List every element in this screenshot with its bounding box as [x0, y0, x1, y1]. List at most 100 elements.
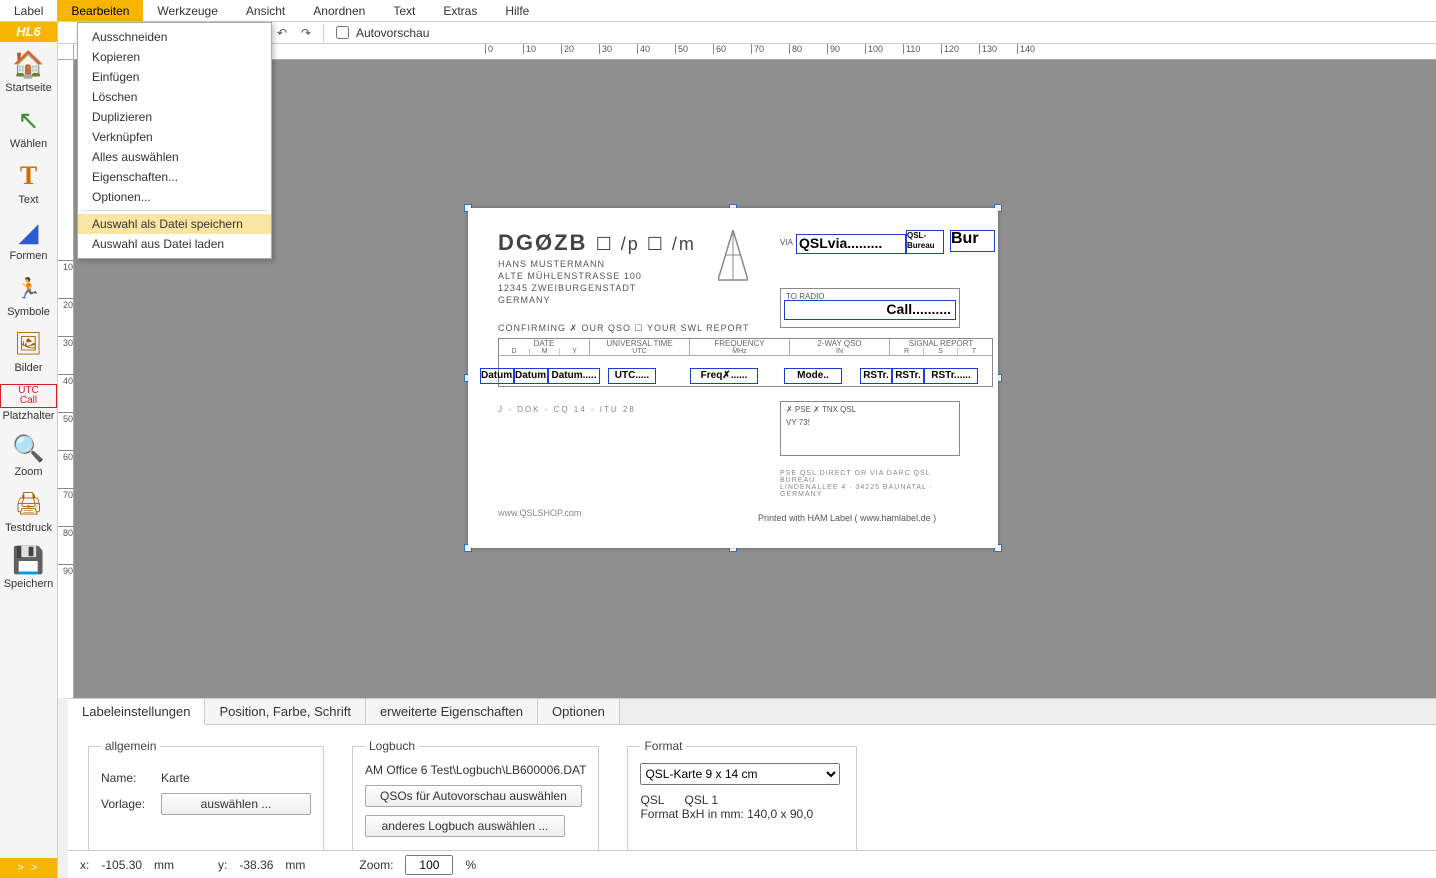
sidebar-expander[interactable]: > > — [0, 858, 57, 878]
menu-bar: Label Bearbeiten Werkzeuge Ansicht Anord… — [0, 0, 1436, 22]
menu-anordnen[interactable]: Anordnen — [299, 0, 379, 21]
ph-datum3[interactable]: Datum..... — [548, 368, 600, 384]
tool-waehlen[interactable]: ↖Wählen — [0, 98, 57, 154]
shapes-icon: ◢ — [13, 216, 45, 248]
status-bar: x: -105.30 mm y: -38.36 mm Zoom: % — [68, 850, 1436, 878]
value-name: Karte — [161, 771, 190, 785]
props-tabs: Labeleinstellungen Position, Farbe, Schr… — [68, 699, 1436, 725]
label-name: Name: — [101, 771, 151, 785]
status-mm2: mm — [285, 858, 305, 872]
menu-optionen[interactable]: Optionen... — [78, 187, 271, 207]
properties-panel: Labeleinstellungen Position, Farbe, Schr… — [68, 698, 1436, 850]
tool-formen[interactable]: ◢Formen — [0, 210, 57, 266]
ph-datum1[interactable]: Datum. — [480, 368, 514, 384]
ph-qslbureau[interactable]: QSL-Bureau — [906, 230, 944, 254]
status-zoom-label: Zoom: — [359, 858, 393, 872]
qsos-auswaehlen-button[interactable]: QSOs für Autovorschau auswählen — [365, 785, 582, 807]
menu-einfuegen[interactable]: Einfügen — [78, 67, 271, 87]
menu-auswahl-laden[interactable]: Auswahl aus Datei laden — [78, 234, 271, 254]
menu-hilfe[interactable]: Hilfe — [491, 0, 543, 21]
ph-mode[interactable]: Mode.. — [784, 368, 842, 384]
symbols-icon: 🏃 — [13, 272, 45, 304]
status-y-value: -38.36 — [239, 858, 273, 872]
ph-call[interactable]: Call.......... — [784, 300, 956, 320]
autovorschau-checkbox[interactable]: Autovorschau — [332, 23, 429, 42]
menu-ansicht[interactable]: Ansicht — [232, 0, 299, 21]
ph-rstr3[interactable]: RSTr...... — [924, 368, 978, 384]
menu-label[interactable]: Label — [0, 0, 57, 21]
footer-note: J - DOK - CQ 14 - ITU 28 — [498, 405, 636, 414]
home-icon: 🏠 — [13, 48, 45, 80]
zoom-icon: 🔍 — [13, 432, 45, 464]
label-page[interactable]: DGØZB ☐ /p ☐ /m HANS MUSTERMANN ALTE MÜH… — [468, 208, 998, 548]
tab-optionen[interactable]: Optionen — [538, 699, 620, 724]
anderes-logbuch-button[interactable]: anderes Logbuch auswählen ... — [365, 815, 565, 837]
tool-testdruck[interactable]: 🖨Testdruck — [0, 482, 57, 538]
save-icon: 💾 — [13, 544, 45, 576]
autovorschau-input[interactable] — [336, 26, 349, 39]
tool-zoom[interactable]: 🔍Zoom — [0, 426, 57, 482]
print-icon: 🖨 — [13, 488, 45, 520]
tab-position-farbe-schrift[interactable]: Position, Farbe, Schrift — [205, 699, 366, 724]
menu-loeschen[interactable]: Löschen — [78, 87, 271, 107]
status-mm: mm — [154, 858, 174, 872]
fieldset-logbuch: Logbuch AM Office 6 Test\Logbuch\LB60000… — [352, 739, 599, 852]
callsign: DGØZB ☐ /p ☐ /m — [498, 230, 696, 256]
vorlage-auswaehlen-button[interactable]: auswählen ... — [161, 793, 311, 815]
tool-platzhalter[interactable]: UTCCallPlatzhalter — [0, 378, 57, 426]
placeholder-icon: UTCCall — [0, 384, 57, 408]
menu-eigenschaften[interactable]: Eigenschaften... — [78, 167, 271, 187]
status-x-value: -105.30 — [101, 858, 142, 872]
tool-text[interactable]: TText — [0, 154, 57, 210]
ph-qslvia[interactable]: QSLvia......... — [796, 234, 906, 254]
tool-startseite[interactable]: 🏠Startseite — [0, 42, 57, 98]
logbuch-path: AM Office 6 Test\Logbuch\LB600006.DAT — [365, 763, 586, 777]
menu-ausschneiden[interactable]: Ausschneiden — [78, 27, 271, 47]
menu-alles-auswaehlen[interactable]: Alles auswählen — [78, 147, 271, 167]
format-select[interactable]: QSL-Karte 9 x 14 cm — [640, 763, 840, 785]
ph-freq[interactable]: Freq✗...... — [690, 368, 758, 384]
tool-bilder[interactable]: 🖼Bilder — [0, 322, 57, 378]
image-icon: 🖼 — [13, 328, 45, 360]
menu-text[interactable]: Text — [379, 0, 429, 21]
redo-button[interactable]: ↷ — [297, 24, 315, 42]
undo-button[interactable]: ↶ — [273, 24, 291, 42]
fieldset-allgemein: allgemein Name: Karte Vorlage: auswählen… — [88, 739, 324, 852]
ph-rstr2[interactable]: RSTr. — [892, 368, 924, 384]
props-body: allgemein Name: Karte Vorlage: auswählen… — [68, 725, 1436, 866]
zoom-input[interactable] — [405, 855, 453, 875]
bureau-note: PSE QSL DIRECT OR VIA DARC QSL BUREAU LI… — [780, 470, 965, 498]
ph-rstr1[interactable]: RSTr. — [860, 368, 892, 384]
menu-duplizieren[interactable]: Duplizieren — [78, 107, 271, 127]
menu-extras[interactable]: Extras — [429, 0, 491, 21]
ph-utc[interactable]: UTC..... — [608, 368, 656, 384]
text-icon: T — [13, 160, 45, 192]
ph-bur[interactable]: Bur — [950, 230, 995, 252]
format-dims: Format BxH in mm: 140,0 x 90,0 — [640, 807, 844, 821]
menu-werkzeuge[interactable]: Werkzeuge — [143, 0, 231, 21]
qsl-card: DGØZB ☐ /p ☐ /m HANS MUSTERMANN ALTE MÜH… — [468, 208, 998, 548]
tab-erweiterte-eigenschaften[interactable]: erweiterte Eigenschaften — [366, 699, 538, 724]
darc-logo-icon — [718, 230, 748, 285]
status-y-label: y: — [218, 858, 227, 872]
ruler-horizontal: 0 10 20 30 40 50 60 70 80 90 100 110 120… — [74, 44, 1436, 60]
fieldset-format: Format QSL-Karte 9 x 14 cm QSL QSL 1 For… — [627, 739, 857, 852]
separator — [82, 210, 267, 211]
pointer-icon: ↖ — [13, 104, 45, 136]
menu-bearbeiten[interactable]: Bearbeiten — [57, 0, 143, 21]
menu-verknuepfen[interactable]: Verknüpfen — [78, 127, 271, 147]
menu-kopieren[interactable]: Kopieren — [78, 47, 271, 67]
status-x-label: x: — [80, 858, 89, 872]
separator — [323, 24, 324, 42]
format-qsl: QSL — [640, 793, 664, 807]
format-qsl1: QSL 1 — [684, 793, 718, 807]
status-pct: % — [465, 858, 476, 872]
ph-datum2[interactable]: Datum. — [514, 368, 548, 384]
tool-speichern[interactable]: 💾Speichern — [0, 538, 57, 594]
ruler-vertical: 10 20 30 40 50 60 70 80 90 — [58, 60, 74, 698]
tab-labeleinstellungen[interactable]: Labeleinstellungen — [68, 699, 205, 725]
bearbeiten-dropdown: Ausschneiden Kopieren Einfügen Löschen D… — [77, 22, 272, 259]
menu-auswahl-speichern[interactable]: Auswahl als Datei speichern — [78, 214, 271, 234]
confirm-line: CONFIRMING ✗ OUR QSO ☐ YOUR SWL REPORT — [498, 323, 749, 334]
tool-symbole[interactable]: 🏃Symbole — [0, 266, 57, 322]
